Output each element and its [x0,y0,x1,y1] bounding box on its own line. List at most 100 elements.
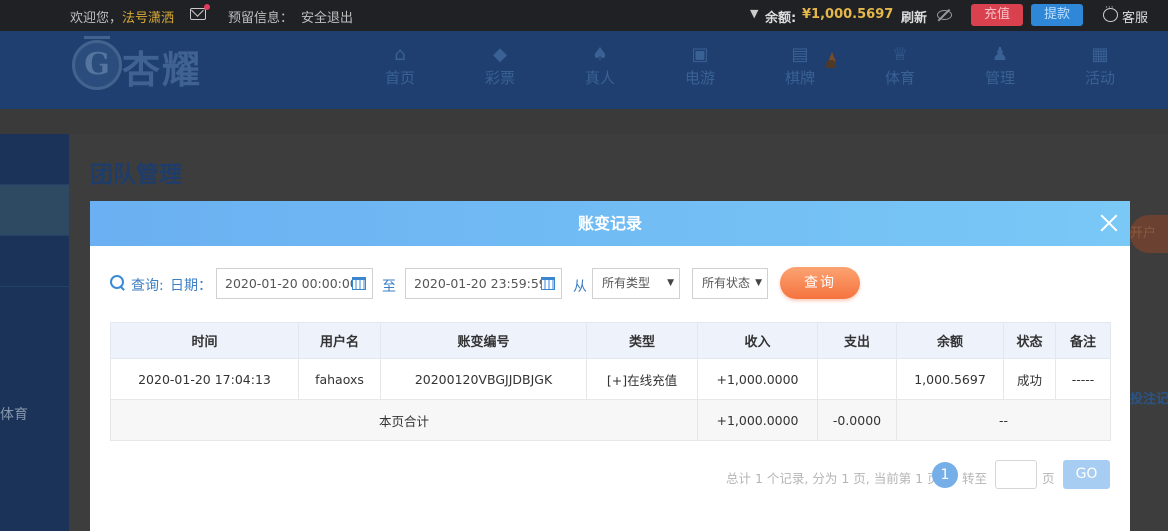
page-title: 团队管理 [90,162,182,188]
column-header: 状态 [1003,322,1056,359]
cell-expense [817,358,897,400]
summary-income: +1,000.0000 [697,399,818,441]
top-bar: 欢迎您， 法号潇洒 预留信息： 安全退出 ▼ 余额: ¥1,000.5697 刷… [0,0,1168,31]
welcome-text: 欢迎您， [70,11,123,26]
pager-info: 总计 1 个记录, 分为 1 页, 当前第 1 页 [726,471,940,486]
username-link[interactable]: 法号潇洒 [122,7,174,26]
sidebar-item-sport[interactable]: 体育 [0,404,28,424]
type-select[interactable]: 所有类型 ▼ [592,268,680,299]
nav-item-manage[interactable]: ♟ 管理 [965,44,1035,88]
column-header: 账变编号 [380,322,587,359]
calendar-icon[interactable] [541,277,555,290]
cell-balance: 1,000.5697 [896,358,1004,400]
nav-item-home[interactable]: ⌂ 首页 [365,44,435,88]
mail-icon[interactable] [190,8,206,20]
from-label: 从 [573,279,587,295]
refresh-link[interactable]: 刷新 [901,7,927,26]
start-date-input[interactable]: 2020-01-20 00:00:00 [216,268,373,299]
column-header: 收入 [697,322,818,359]
goto-label: 转至 [962,471,988,486]
breadcrumb-strip [0,109,1168,134]
chevron-down-icon[interactable]: ▼ [750,7,758,20]
dropdown-arrow-icon: ▼ [755,278,762,288]
column-header: 类型 [586,322,698,359]
balance-label: 余额: [765,11,797,26]
hot-flame-icon [824,52,838,68]
gift-icon: ▦ [1091,44,1109,65]
sidebar-item-selected[interactable] [0,184,69,236]
hide-balance-eye-icon[interactable] [937,10,952,20]
column-header: 备注 [1055,322,1111,359]
modal-title: 账变记录 [577,214,642,233]
sidebar: 体育 [0,134,69,531]
cell-username: fahaoxs [298,358,381,400]
modal-header: 账变记录 [90,201,1130,246]
cell-type: [+]在线充值 [586,358,698,400]
users-icon: ♟ [991,44,1009,65]
summary-label: 本页合计 [110,399,698,441]
nav-item-label: 彩票 [484,69,515,87]
cell-time: 2020-01-20 17:04:13 [110,358,299,400]
recharge-button[interactable]: 充值 [971,4,1023,26]
nav-item-lottery[interactable]: ◆ 彩票 [465,44,535,88]
nav-item-sports[interactable]: ♕ 体育 [865,44,935,88]
logout-link[interactable]: 安全退出 [301,7,353,26]
start-date-value: 2020-01-20 00:00:00 [225,276,358,291]
page-number-button[interactable]: 1 [932,462,958,488]
cell-note: ----- [1055,358,1111,400]
to-label: 至 [382,279,396,295]
nav-item-live[interactable]: ♠ 真人 [565,44,635,88]
type-select-value: 所有类型 [602,276,651,290]
withdraw-button[interactable]: 提款 [1031,4,1083,26]
table-header-row: 时间 用户名 账变编号 类型 收入 支出 余额 状态 备注 [110,322,1111,359]
column-header: 用户名 [298,322,381,359]
nav-item-label: 体育 [884,69,915,87]
customer-service-link[interactable]: 客服 [1122,7,1148,26]
cell-serial: 20200120VBGJJDBJGK [380,358,587,400]
open-account-label: 开户 [1130,226,1157,241]
date-label: 日期： [170,278,212,294]
status-select[interactable]: 所有状态 ▼ [692,268,768,299]
open-account-button[interactable]: 开户 [1130,215,1168,253]
bet-record-link[interactable]: 投注记 [1130,388,1168,407]
nav-item-promotions[interactable]: ▦ 活动 [1065,44,1135,88]
logo-text[interactable]: 杏耀 [122,48,202,92]
chat-icon[interactable] [1103,3,1118,22]
search-icon [110,275,126,291]
nav-item-slots[interactable]: ▣ 电游 [665,44,735,88]
home-icon: ⌂ [394,44,406,65]
slot-game-icon: ▣ [691,44,709,65]
query-label: 查询: [131,278,164,294]
close-icon[interactable] [1099,213,1119,233]
nav-item-label: 棋牌 [784,69,815,87]
live-dealer-icon: ♠ [591,44,609,65]
page-number-input[interactable] [995,460,1037,489]
unread-dot-icon [204,4,210,10]
sidebar-divider [0,286,69,287]
summary-expense: -0.0000 [817,399,897,441]
table-row: 2020-01-20 17:04:13 fahaoxs 20200120VBGJ… [110,358,1111,400]
lottery-icon: ◆ [493,44,507,65]
column-header: 余额 [896,322,1004,359]
column-header: 支出 [817,322,897,359]
page-suffix-label: 页 [1042,471,1055,486]
transaction-table: 时间 用户名 账变编号 类型 收入 支出 余额 状态 备注 2020-01-20… [110,322,1111,441]
nav-item-label: 电游 [684,69,715,87]
calendar-icon[interactable] [352,277,366,290]
status-select-value: 所有状态 [702,276,751,290]
go-button[interactable]: GO [1063,460,1110,489]
transaction-record-modal: 账变记录 查询: 日期： 2020-01-20 00:00:00 至 2020-… [90,201,1130,531]
balance-value: ¥1,000.5697 [802,7,894,22]
end-date-input[interactable]: 2020-01-20 23:59:59 [405,268,562,299]
trophy-icon: ♕ [891,44,909,65]
nav-item-label: 真人 [584,69,615,87]
column-header: 时间 [110,322,299,359]
cell-status: 成功 [1003,358,1056,400]
dropdown-arrow-icon: ▼ [667,278,674,288]
cell-income: +1,000.0000 [697,358,818,400]
summary-rest: -- [896,399,1111,441]
query-button[interactable]: 查询 [780,267,860,299]
logo-badge[interactable]: G [72,40,122,90]
nav-item-label: 活动 [1084,69,1115,87]
nav-item-label: 首页 [384,69,415,87]
